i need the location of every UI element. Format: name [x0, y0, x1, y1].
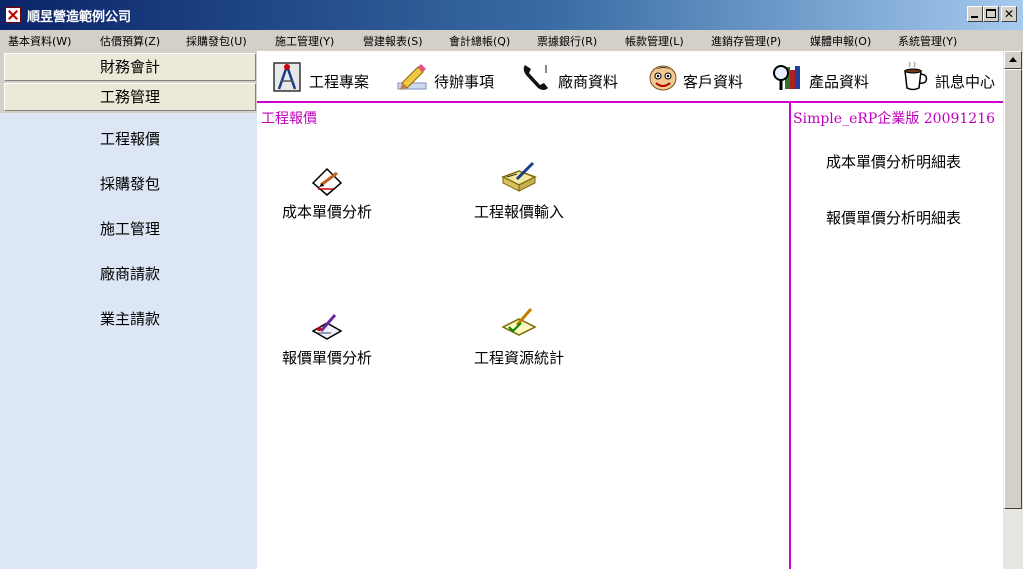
title-bar[interactable]: 順昱營造範例公司 ✕	[0, 0, 1023, 30]
function-cost-unit-price-analysis[interactable]: 成本單價分析	[257, 165, 407, 225]
function-quote-unit-price-analysis[interactable]: 報價單價分析	[257, 311, 407, 371]
minimize-icon	[971, 16, 978, 18]
sidebar-item-owner-billing[interactable]: 業主請款	[100, 308, 160, 329]
scroll-thumb[interactable]	[1004, 69, 1022, 509]
close-button[interactable]: ✕	[1001, 6, 1017, 22]
function-label: 工程報價輸入	[473, 203, 564, 221]
maximize-icon	[986, 9, 996, 18]
toolbar-button-messages[interactable]: 訊息中心	[899, 57, 999, 97]
sidebar-item-construction[interactable]: 施工管理	[100, 218, 160, 239]
toolbar-button-todo[interactable]: 待辦事項	[396, 57, 506, 97]
menu-construction-mgmt[interactable]: 施工管理(Y)	[275, 33, 334, 49]
chevron-up-icon	[1009, 57, 1017, 62]
function-label: 工程資源統計	[473, 349, 564, 367]
sidebar-group-finance[interactable]: 財務會計	[4, 53, 256, 81]
toolbar-label: 客戶資料	[683, 73, 744, 91]
report-link-cost-unit-price-detail[interactable]: 成本單價分析明細表	[826, 151, 961, 172]
scroll-up-button[interactable]	[1004, 51, 1022, 69]
menu-notes-bank[interactable]: 票據銀行(R)	[537, 33, 597, 49]
sidebar: 財務會計 工務管理 工程報價 採購發包 施工管理 廠商請款 業主請款	[0, 51, 257, 569]
book-pen-icon	[501, 161, 537, 192]
pencil-icon	[397, 64, 427, 90]
menu-media-filing[interactable]: 媒體申報(O)	[810, 33, 871, 49]
menu-system-mgmt[interactable]: 系統管理(Y)	[898, 33, 957, 49]
function-resource-statistics[interactable]: 工程資源統計	[444, 307, 594, 367]
menu-bar: 基本資料(W) 估價預算(Z) 採購發包(U) 施工管理(Y) 營建報表(S) …	[0, 30, 1023, 50]
toolbar-button-products[interactable]: 產品資料	[771, 57, 881, 97]
report-link-quote-unit-price-detail[interactable]: 報價單價分析明細表	[826, 207, 961, 228]
menu-procurement[interactable]: 採購發包(U)	[186, 33, 247, 49]
menu-inventory[interactable]: 進銷存管理(P)	[711, 33, 781, 49]
menu-construction-reports[interactable]: 營建報表(S)	[363, 33, 423, 49]
toolbar-label: 待辦事項	[434, 73, 495, 91]
window-title: 順昱營造範例公司	[27, 10, 132, 25]
toolbar-label: 廠商資料	[558, 73, 619, 91]
app-window: 順昱營造範例公司 ✕ 基本資料(W) 估價預算(Z) 採購發包(U) 施工管理(…	[0, 0, 1023, 569]
face-icon	[649, 65, 677, 91]
toolbar-label: 工程專案	[309, 73, 370, 91]
menu-general-ledger[interactable]: 會計總帳(Q)	[449, 33, 510, 49]
telephone-icon	[523, 65, 548, 90]
toolbar-button-projects[interactable]: 工程專案	[271, 57, 381, 97]
note-check-icon	[501, 308, 537, 336]
drafting-compass-icon	[273, 62, 301, 92]
toolbar-button-customers[interactable]: 客戶資料	[647, 57, 757, 97]
toolbar-label: 產品資料	[809, 73, 870, 91]
function-label: 成本單價分析	[281, 203, 372, 221]
coffee-cup-icon	[904, 61, 928, 91]
app-icon	[5, 7, 21, 23]
function-quotation-input[interactable]: 工程報價輸入	[444, 161, 594, 221]
pen-paper-icon	[311, 167, 343, 196]
menu-basic-data[interactable]: 基本資料(W)	[8, 33, 71, 49]
sidebar-item-vendor-billing[interactable]: 廠商請款	[100, 263, 160, 284]
menu-accounts[interactable]: 帳款管理(L)	[625, 33, 684, 49]
close-icon: ✕	[1003, 7, 1015, 21]
vertical-scrollbar[interactable]	[1003, 51, 1023, 569]
section-title: 工程報價	[261, 111, 317, 127]
maximize-button[interactable]	[983, 6, 999, 22]
sidebar-item-procurement[interactable]: 採購發包	[100, 173, 160, 194]
report-panel: Simple_eRP企業版 20091216 成本單價分析明細表 報價單價分析明…	[791, 103, 1003, 569]
toolbar-button-vendors[interactable]: 廠商資料	[520, 57, 630, 97]
minimize-button[interactable]	[967, 6, 983, 22]
main-content: 工程報價 成本單價分析 工程報價輸入 報價單價分析 工程資源統計	[257, 103, 789, 569]
magnifier-books-icon	[773, 65, 800, 90]
function-label: 報價單價分析	[281, 349, 372, 367]
menu-estimate-budget[interactable]: 估價預算(Z)	[100, 33, 160, 49]
toolbar: 工程專案 待辦事項 廠商資料 客戶資料 產品資料 訊息中心	[257, 51, 1003, 101]
toolbar-label: 訊息中心	[935, 73, 996, 91]
sidebar-item-quotation[interactable]: 工程報價	[100, 128, 160, 149]
version-label: Simple_eRP企業版 20091216	[793, 111, 996, 127]
note-pen-icon	[311, 314, 343, 340]
sidebar-group-engineering[interactable]: 工務管理	[4, 83, 256, 111]
